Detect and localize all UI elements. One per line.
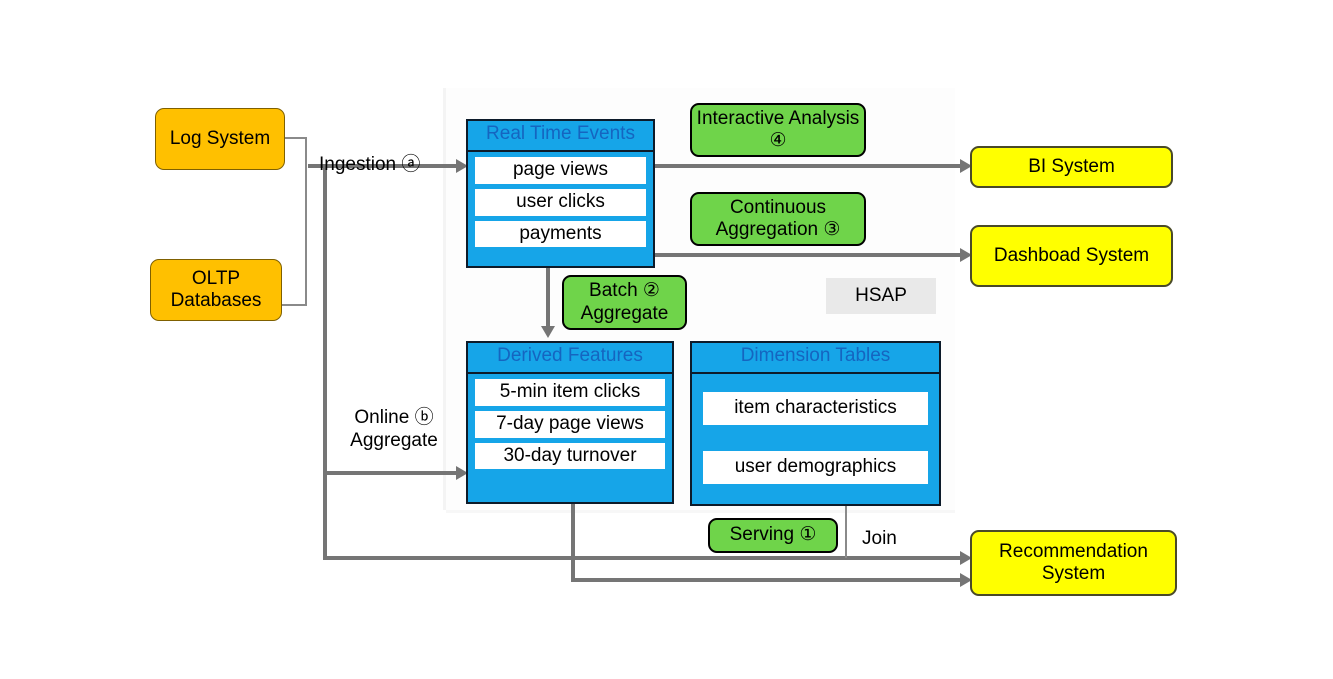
- sink-box-recommendation-system-label: Recommendation System: [999, 540, 1148, 584]
- table-real-time-events[interactable]: Real Time Events page views user clicks …: [466, 119, 655, 268]
- flow-label-online-aggregate: Online ⓑ Aggregate: [350, 407, 438, 451]
- sink-box-dashboard-system-label: Dashboad System: [993, 244, 1150, 266]
- batch-aggregate-arrow-head: [541, 326, 555, 338]
- diagram-canvas: Log System OLTP Databases Real Time Even…: [0, 0, 1333, 679]
- dashboard-system-arrow-line: [655, 253, 966, 257]
- table-derived-features-body: 5-min item clicks 7-day page views 30-da…: [468, 374, 672, 502]
- step-box-batch-aggregate[interactable]: Batch ② Aggregate: [562, 275, 687, 330]
- dimension-tables-join-vertical: [845, 506, 847, 558]
- table-row[interactable]: page views: [475, 156, 646, 184]
- table-dimension-tables-body: item characteristics user demographics: [692, 374, 939, 504]
- recommendation-lower-arrow-line: [571, 578, 966, 582]
- online-aggregate-arrow-line: [323, 471, 458, 475]
- source-box-log-system[interactable]: Log System: [155, 108, 285, 170]
- table-dimension-tables-header: Dimension Tables: [692, 343, 939, 374]
- table-real-time-events-header: Real Time Events: [468, 121, 653, 152]
- sink-box-bi-system-label: BI System: [1028, 155, 1115, 177]
- step-box-interactive-analysis[interactable]: Interactive Analysis ④: [690, 103, 866, 157]
- oltp-stub: [281, 304, 307, 306]
- log-system-stub: [285, 137, 307, 139]
- table-row[interactable]: user demographics: [703, 451, 928, 485]
- source-bracket-vertical: [305, 137, 307, 305]
- table-row[interactable]: payments: [475, 220, 646, 248]
- table-row[interactable]: 7-day page views: [475, 410, 665, 438]
- table-real-time-events-body: page views user clicks payments: [468, 152, 653, 266]
- step-box-interactive-analysis-label: Interactive Analysis ④: [696, 107, 860, 151]
- step-box-continuous-aggregation[interactable]: Continuous Aggregation ③: [690, 192, 866, 246]
- derived-features-drop-vertical: [571, 504, 575, 580]
- step-box-continuous-aggregation-label: Continuous Aggregation ③: [715, 196, 841, 240]
- source-box-oltp-databases-label: OLTP Databases: [170, 267, 262, 311]
- table-row[interactable]: item characteristics: [703, 391, 928, 425]
- table-dimension-tables[interactable]: Dimension Tables item characteristics us…: [690, 341, 941, 506]
- step-box-batch-aggregate-label: Batch ② Aggregate: [580, 280, 669, 324]
- step-box-serving[interactable]: Serving ①: [708, 518, 838, 553]
- flow-label-join: Join: [862, 528, 897, 549]
- source-box-log-system-label: Log System: [169, 127, 271, 149]
- table-derived-features[interactable]: Derived Features 5-min item clicks 7-day…: [466, 341, 674, 504]
- table-row[interactable]: 30-day turnover: [475, 442, 665, 470]
- sink-box-dashboard-system[interactable]: Dashboad System: [970, 225, 1173, 287]
- hsap-tag-label: HSAP: [855, 285, 907, 306]
- table-row[interactable]: user clicks: [475, 188, 646, 216]
- recommendation-upper-arrow-line: [323, 556, 966, 560]
- hsap-tag: HSAP: [826, 278, 936, 314]
- step-box-serving-label: Serving ①: [729, 524, 817, 546]
- sink-box-bi-system[interactable]: BI System: [970, 146, 1173, 188]
- batch-aggregate-arrow-line: [546, 268, 550, 328]
- source-box-oltp-databases[interactable]: OLTP Databases: [150, 259, 282, 321]
- table-derived-features-header: Derived Features: [468, 343, 672, 374]
- flow-label-ingestion: Ingestion ⓐ: [319, 154, 421, 175]
- sink-box-recommendation-system[interactable]: Recommendation System: [970, 530, 1177, 596]
- bi-system-arrow-line: [655, 164, 966, 168]
- left-trunk-vertical: [323, 164, 327, 560]
- table-row[interactable]: 5-min item clicks: [475, 378, 665, 406]
